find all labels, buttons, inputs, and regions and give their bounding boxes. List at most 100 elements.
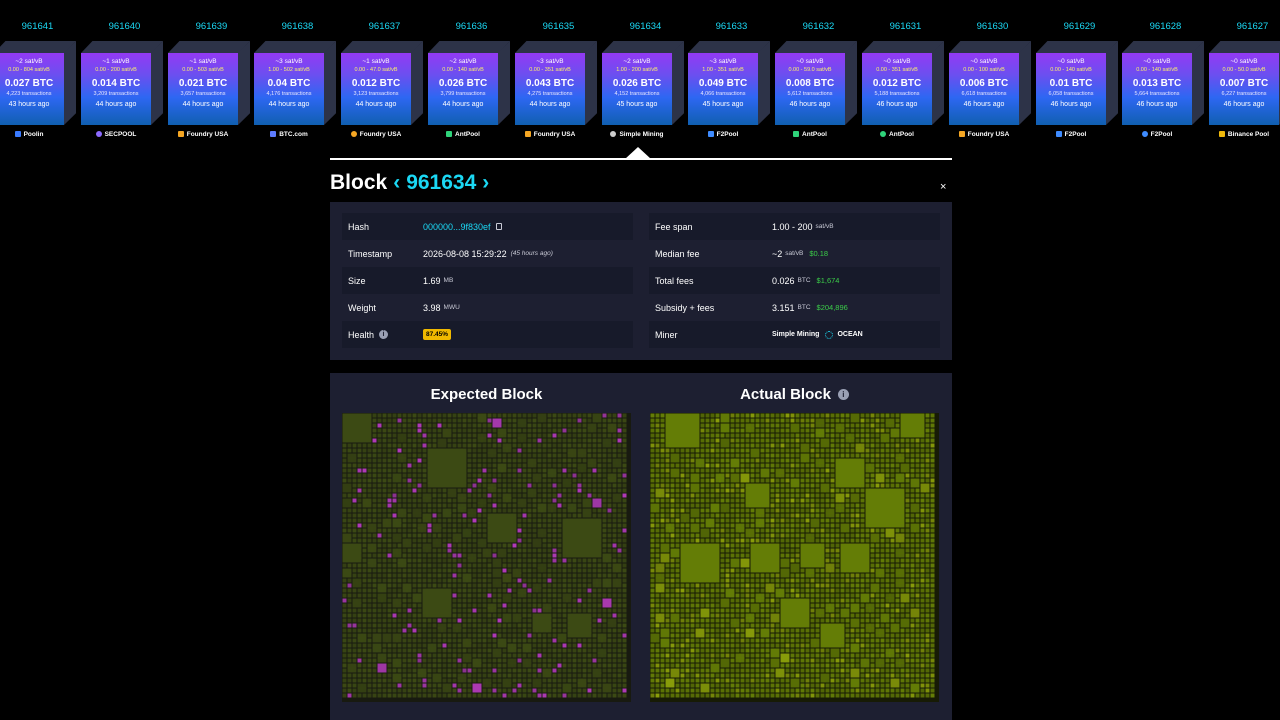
transaction-tile[interactable] xyxy=(447,648,452,653)
transaction-tile[interactable] xyxy=(690,503,695,508)
transaction-tile[interactable] xyxy=(592,688,597,693)
transaction-tile[interactable] xyxy=(790,638,795,643)
transaction-tile[interactable] xyxy=(412,573,417,578)
transaction-tile[interactable] xyxy=(362,538,367,543)
transaction-tile[interactable] xyxy=(572,558,577,563)
transaction-tile[interactable] xyxy=(592,588,597,593)
transaction-tile[interactable] xyxy=(602,578,612,588)
transaction-tile[interactable] xyxy=(795,668,800,673)
transaction-tile[interactable] xyxy=(437,488,442,493)
transaction-tile[interactable] xyxy=(562,658,567,663)
transaction-tile[interactable] xyxy=(920,528,925,533)
transaction-tile[interactable] xyxy=(825,588,830,593)
transaction-tile[interactable] xyxy=(422,553,427,558)
transaction-tile[interactable] xyxy=(487,568,492,573)
transaction-tile[interactable] xyxy=(472,453,477,458)
transaction-tile[interactable] xyxy=(730,493,735,498)
transaction-tile[interactable] xyxy=(507,483,512,488)
transaction-tile[interactable] xyxy=(532,468,537,473)
transaction-tile[interactable] xyxy=(895,593,900,598)
transaction-tile[interactable] xyxy=(735,448,740,453)
transaction-tile[interactable] xyxy=(720,463,725,468)
transaction-tile[interactable] xyxy=(577,693,582,698)
transaction-tile[interactable] xyxy=(617,663,622,668)
transaction-tile[interactable] xyxy=(840,523,850,533)
transaction-tile[interactable] xyxy=(660,673,665,678)
transaction-tile[interactable] xyxy=(377,553,382,558)
transaction-tile[interactable] xyxy=(362,508,367,513)
transaction-tile[interactable] xyxy=(577,558,582,563)
transaction-tile[interactable] xyxy=(577,423,582,428)
transaction-tile[interactable] xyxy=(547,633,552,638)
transaction-tile[interactable] xyxy=(442,633,447,638)
transaction-tile[interactable] xyxy=(695,668,700,673)
transaction-tile[interactable] xyxy=(830,488,835,493)
transaction-tile[interactable] xyxy=(800,453,810,463)
transaction-tile[interactable] xyxy=(750,668,755,673)
transaction-tile[interactable] xyxy=(710,538,715,543)
transaction-tile[interactable] xyxy=(437,533,442,538)
transaction-tile[interactable] xyxy=(417,603,422,608)
transaction-tile[interactable] xyxy=(577,443,582,448)
transaction-tile[interactable] xyxy=(830,453,835,458)
transaction-tile[interactable] xyxy=(487,428,492,433)
transaction-tile[interactable] xyxy=(785,648,790,653)
transaction-tile[interactable] xyxy=(402,418,407,423)
transaction-tile[interactable] xyxy=(895,448,900,453)
transaction-tile[interactable] xyxy=(392,608,397,613)
transaction-tile[interactable] xyxy=(592,473,597,478)
transaction-tile[interactable] xyxy=(905,483,910,488)
transaction-tile[interactable] xyxy=(482,488,487,493)
transaction-tile[interactable] xyxy=(497,683,502,688)
transaction-tile[interactable] xyxy=(885,638,890,643)
transaction-tile[interactable] xyxy=(532,453,537,458)
transaction-tile[interactable] xyxy=(522,558,527,563)
block-961634[interactable]: 961634 ~2 sat/vB 1.00 - 200 sat/vB 0.026 BT… xyxy=(602,0,689,150)
transaction-tile[interactable] xyxy=(730,453,735,458)
transaction-tile[interactable] xyxy=(820,663,825,668)
transaction-tile[interactable] xyxy=(670,453,680,463)
transaction-tile[interactable] xyxy=(820,578,825,583)
transaction-tile[interactable] xyxy=(472,478,477,483)
transaction-tile[interactable] xyxy=(367,663,372,668)
transaction-tile[interactable] xyxy=(557,658,562,663)
transaction-tile[interactable] xyxy=(502,453,507,458)
transaction-tile[interactable] xyxy=(487,563,492,568)
transaction-tile[interactable] xyxy=(437,688,442,693)
transaction-tile[interactable] xyxy=(507,658,517,668)
transaction-tile[interactable] xyxy=(402,443,407,448)
transaction-tile[interactable] xyxy=(527,443,532,448)
transaction-tile[interactable] xyxy=(392,463,397,468)
transaction-tile[interactable] xyxy=(785,538,790,543)
transaction-tile[interactable] xyxy=(422,683,427,688)
transaction-tile[interactable] xyxy=(422,543,432,553)
transaction-tile[interactable] xyxy=(527,668,532,673)
transaction-tile[interactable] xyxy=(910,468,915,473)
transaction-tile[interactable] xyxy=(512,508,517,513)
transaction-tile[interactable] xyxy=(710,513,715,518)
transaction-tile[interactable] xyxy=(915,458,920,463)
transaction-tile[interactable] xyxy=(700,468,705,473)
transaction-tile[interactable] xyxy=(492,648,502,658)
transaction-tile[interactable] xyxy=(705,648,710,653)
transaction-tile[interactable] xyxy=(665,648,670,653)
transaction-tile[interactable] xyxy=(790,528,795,533)
transaction-tile[interactable] xyxy=(612,448,617,453)
transaction-tile[interactable] xyxy=(457,668,462,673)
transaction-tile[interactable] xyxy=(422,563,427,568)
transaction-tile[interactable] xyxy=(780,413,785,418)
transaction-tile[interactable] xyxy=(572,563,577,568)
transaction-tile[interactable] xyxy=(765,578,770,583)
transaction-tile[interactable] xyxy=(377,433,382,438)
transaction-tile[interactable] xyxy=(730,553,735,558)
transaction-tile[interactable] xyxy=(860,638,865,643)
transaction-tile[interactable] xyxy=(675,628,680,633)
transaction-tile[interactable] xyxy=(532,648,537,653)
transaction-tile[interactable] xyxy=(800,638,805,643)
transaction-tile[interactable] xyxy=(402,693,407,698)
transaction-tile[interactable] xyxy=(910,543,915,548)
transaction-tile[interactable] xyxy=(522,653,527,658)
transaction-tile[interactable] xyxy=(417,523,427,533)
transaction-tile[interactable] xyxy=(557,443,562,448)
transaction-tile[interactable] xyxy=(562,618,567,623)
